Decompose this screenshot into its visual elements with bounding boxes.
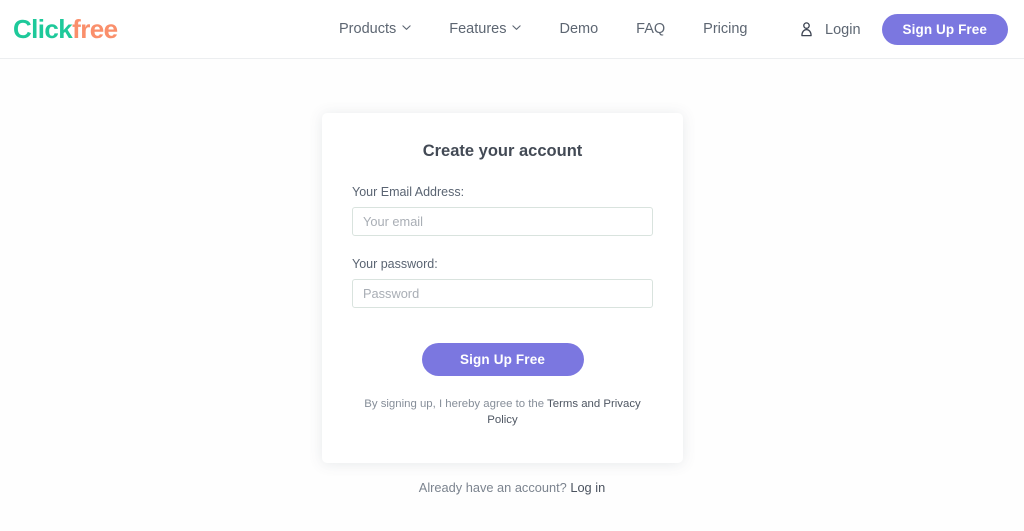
header-signup-button[interactable]: Sign Up Free xyxy=(881,14,1008,45)
login-inline-link[interactable]: Log in xyxy=(570,480,605,495)
signup-card: Create your account Your Email Address: … xyxy=(322,113,683,463)
brand-logo[interactable]: Clickfree xyxy=(13,14,118,44)
nav-item-label: Products xyxy=(339,21,397,37)
nav-item-products[interactable]: Products xyxy=(320,0,430,59)
brand-logo-part1: Click xyxy=(13,14,73,44)
nav-item-pricing[interactable]: Pricing xyxy=(684,0,766,59)
chevron-down-icon xyxy=(402,23,411,32)
login-link[interactable]: Login xyxy=(825,22,860,38)
nav-item-label: Features xyxy=(449,21,507,37)
password-input[interactable] xyxy=(352,279,653,308)
nav-item-label: Demo xyxy=(559,21,599,37)
terms-agreement-text: By signing up, I hereby agree to the Ter… xyxy=(352,396,653,428)
header-actions: Login Sign Up Free xyxy=(790,0,1008,59)
submit-row: Sign Up Free xyxy=(352,343,653,376)
terms-prefix: By signing up, I hereby agree to the xyxy=(364,398,548,410)
nav-item-demo[interactable]: Demo xyxy=(540,0,617,59)
chevron-down-icon xyxy=(512,23,522,32)
nav-item-features[interactable]: Features xyxy=(430,0,540,59)
user-icon[interactable] xyxy=(796,20,816,40)
email-field-label: Your Email Address: xyxy=(352,185,465,199)
signup-submit-button[interactable]: Sign Up Free xyxy=(421,343,584,376)
nav-item-label: FAQ xyxy=(636,21,666,37)
email-field-group: Your Email Address: xyxy=(352,184,653,236)
site-header: Clickfree Products Features Demo FAQ Pri… xyxy=(0,0,1024,59)
main-navigation: Products Features Demo FAQ Pricing xyxy=(320,0,767,59)
password-field-label: Your password: xyxy=(352,257,438,271)
email-input[interactable] xyxy=(352,207,653,236)
nav-item-faq[interactable]: FAQ xyxy=(617,0,684,59)
existing-account-row: Already have an account? Log in xyxy=(0,479,1024,497)
existing-account-prompt: Already have an account? xyxy=(418,480,571,495)
page-body: Create your account Your Email Address: … xyxy=(0,59,1024,531)
password-field-group: Your password: xyxy=(352,256,653,308)
nav-item-label: Pricing xyxy=(703,21,748,37)
page-title: Create your account xyxy=(422,142,583,160)
brand-logo-part2: free xyxy=(72,14,118,44)
